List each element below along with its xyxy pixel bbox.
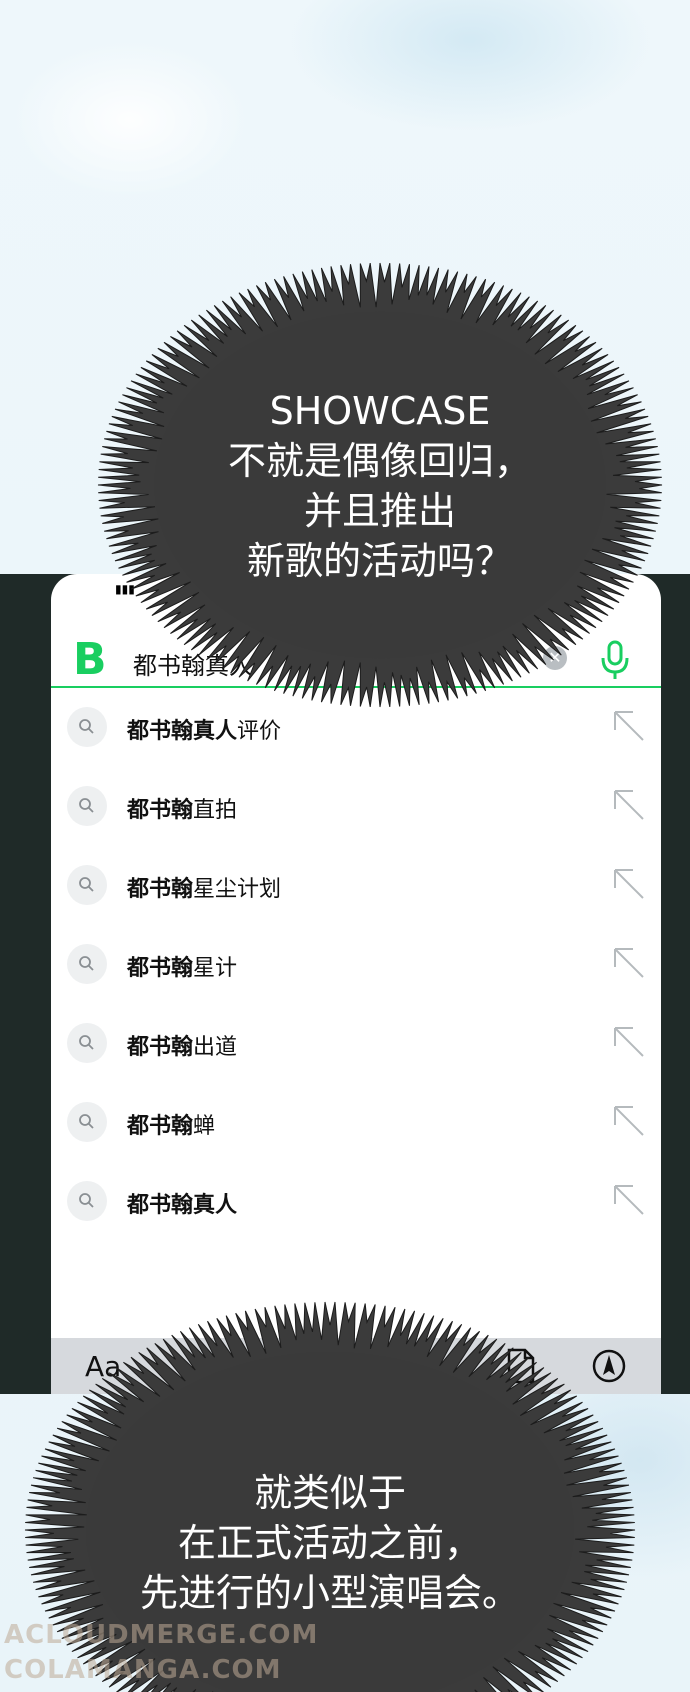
suggestion-text: 都书翰星尘计划 — [127, 871, 281, 903]
suggestion-text: 都书翰蝉 — [127, 1108, 215, 1140]
suggestion-item[interactable]: 都书翰星尘计划 — [51, 846, 661, 925]
fill-arrow-icon[interactable] — [611, 1182, 647, 1218]
suggestion-text: 都书翰星计 — [127, 950, 237, 982]
watermark-line-2: COLAMANGA.COM — [4, 1655, 282, 1685]
fill-arrow-icon[interactable] — [611, 1024, 647, 1060]
suggestion-item[interactable]: 都书翰星计 — [51, 925, 661, 1004]
suggestion-rest: 评价 — [237, 719, 282, 744]
suggestion-match: 都书翰 — [127, 798, 194, 823]
search-icon — [67, 1181, 107, 1221]
suggestion-match: 都书翰 — [127, 877, 194, 902]
fill-arrow-icon[interactable] — [611, 1103, 647, 1139]
fill-arrow-icon[interactable] — [611, 787, 647, 823]
suggestion-text: 都书翰直拍 — [127, 792, 237, 824]
suggestion-text: 都书翰出道 — [127, 1029, 237, 1061]
suggestion-rest: 蝉 — [193, 1114, 216, 1139]
speech-bubble-top-text: SHOWCASE 不就是偶像回归， 并且推出 新歌的活动吗？ — [227, 389, 532, 583]
suggestion-rest: 直拍 — [193, 798, 238, 823]
search-icon — [67, 944, 107, 984]
suggestion-rest: 出道 — [193, 1035, 238, 1060]
watermark-line-1: ACLOUDMERGE.COM — [4, 1620, 319, 1650]
fill-arrow-icon[interactable] — [611, 945, 647, 981]
search-icon — [67, 1023, 107, 1063]
suggestion-item[interactable]: 都书翰真人 — [51, 1162, 661, 1241]
suggestion-match: 都书翰 — [127, 1114, 194, 1139]
search-icon — [67, 1102, 107, 1142]
suggestion-item[interactable]: 都书翰直拍 — [51, 767, 661, 846]
suggestion-list: 都书翰真人评价 都书翰直拍 都书翰星尘计划 都书翰星计 都书翰出道 都书翰蝉 都书翰真人 — [51, 688, 661, 1241]
search-icon — [67, 786, 107, 826]
suggestion-text: 都书翰真人评价 — [127, 713, 281, 745]
fill-arrow-icon[interactable] — [611, 708, 647, 744]
search-icon — [67, 707, 107, 747]
suggestion-item[interactable]: 都书翰出道 — [51, 1004, 661, 1083]
fill-arrow-icon[interactable] — [611, 866, 647, 902]
suggestion-match: 都书翰 — [127, 1035, 194, 1060]
suggestion-rest: 星计 — [193, 956, 238, 981]
suggestion-text: 都书翰真人 — [127, 1187, 237, 1219]
suggestion-match: 都书翰真人 — [127, 1193, 238, 1218]
suggestion-match: 都书翰 — [127, 956, 194, 981]
suggestion-rest: 星尘计划 — [193, 877, 282, 902]
speech-bubble-bottom-text: 就类似于 在正式活动之前， 先进行的小型演唱会。 — [139, 1471, 520, 1615]
suggestion-match: 都书翰真人 — [127, 719, 238, 744]
suggestion-item[interactable]: 都书翰蝉 — [51, 1083, 661, 1162]
search-icon — [67, 865, 107, 905]
